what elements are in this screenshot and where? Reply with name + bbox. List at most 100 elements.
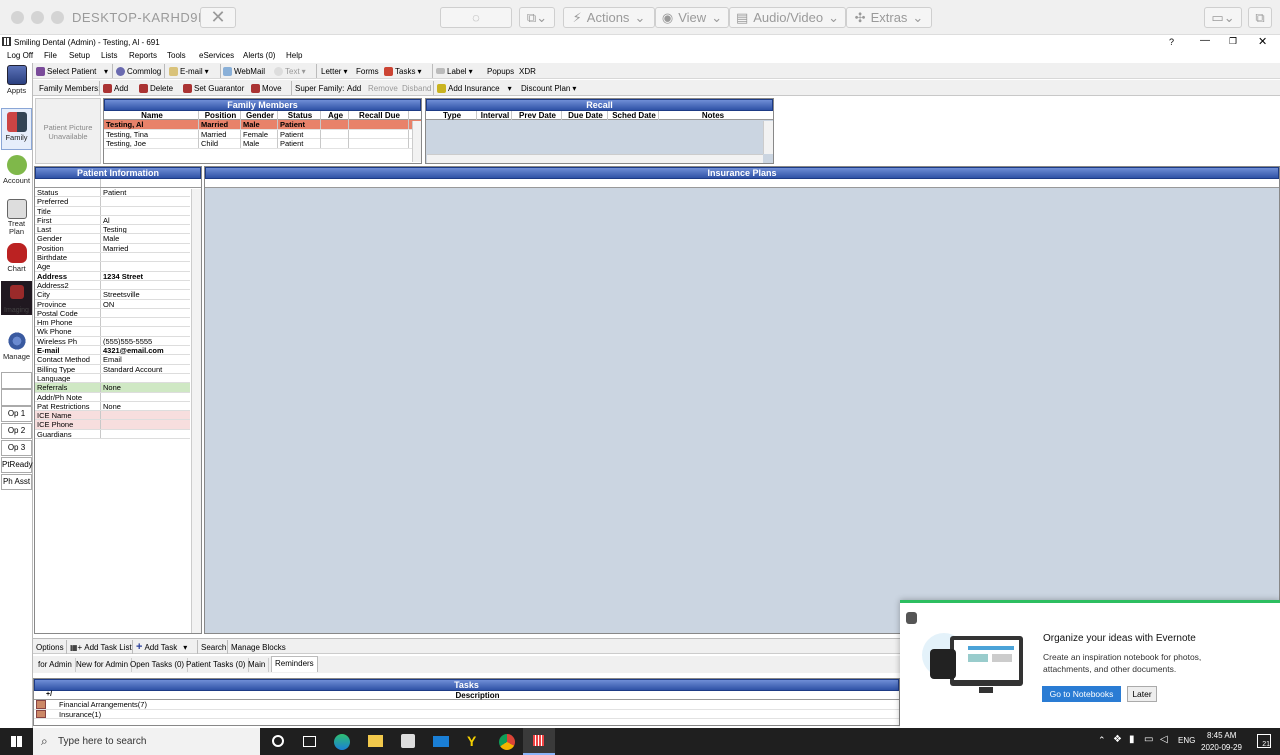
info-row-birthdate[interactable]: Birthdate <box>35 253 190 263</box>
label-button[interactable]: Label ▾ <box>436 65 473 77</box>
info-row-addr-ph-note[interactable]: Addr/Ph Note <box>35 392 190 402</box>
col-sched-date[interactable]: Sched Date <box>608 111 659 120</box>
edge-icon[interactable] <box>334 734 350 750</box>
super-family-disband-button[interactable]: Disband <box>402 82 431 94</box>
info-row-address[interactable]: Address 1234 Street <box>35 271 190 281</box>
mail-icon[interactable] <box>433 736 449 747</box>
language-indicator[interactable]: ENG <box>1178 736 1195 745</box>
add-family-member-button[interactable]: Add <box>103 82 128 94</box>
dropbox-icon[interactable]: ❖ <box>1113 734 1122 745</box>
network-icon[interactable]: ▭ <box>1144 734 1153 745</box>
add-task-list-button[interactable]: ▦+ Add Task List <box>70 641 132 653</box>
taskbar-search[interactable]: ⌕ Type here to search <box>33 728 260 755</box>
audio-video-menu[interactable]: ▤ Audio/Video ⌄ <box>729 7 846 28</box>
info-row-wk-phone[interactable]: Wk Phone <box>35 327 190 337</box>
recall-grid-hscroll[interactable] <box>427 154 763 163</box>
col-notes[interactable]: Notes <box>659 111 765 120</box>
chrome-icon[interactable] <box>499 734 515 750</box>
tasks-button[interactable]: Tasks ▾ <box>384 65 421 77</box>
info-row-title[interactable]: Title <box>35 206 190 216</box>
info-row-email[interactable]: E-mail 4321@email.com <box>35 346 190 356</box>
y-app-icon[interactable]: Y <box>467 734 481 749</box>
info-row-hm-phone[interactable]: Hm Phone <box>35 318 190 328</box>
close-dot-icon[interactable] <box>11 11 24 24</box>
table-row[interactable]: Testing, Joe Child Male Patient <box>104 139 421 149</box>
commlog-button[interactable]: Commlog <box>116 65 161 77</box>
tab-main[interactable]: Main <box>245 658 270 672</box>
col-status[interactable]: Status <box>278 111 321 120</box>
table-row[interactable]: Testing, Al Married Male Patient <box>104 120 421 130</box>
col-interval[interactable]: Interval <box>477 111 512 120</box>
minimize-dot-icon[interactable] <box>31 11 44 24</box>
nav-manage[interactable]: Manage <box>1 331 32 361</box>
select-patient-button[interactable]: Select Patient <box>36 65 96 77</box>
task-view-icon[interactable] <box>303 736 316 747</box>
info-row-contact-method[interactable]: Contact Method Email <box>35 355 190 365</box>
menu-alerts[interactable]: Alerts (0) <box>243 51 275 60</box>
info-row-guardians[interactable]: Guardians <box>35 429 190 440</box>
info-row-last[interactable]: Last Testing <box>35 225 190 235</box>
zoom-dot-icon[interactable] <box>51 11 64 24</box>
col-due-date[interactable]: Due Date <box>562 111 608 120</box>
info-row-age[interactable]: Age <box>35 262 190 272</box>
email-button[interactable]: E-mail ▾ <box>169 65 209 77</box>
forms-button[interactable]: Forms <box>356 65 379 77</box>
extras-menu[interactable]: ✣ Extras ⌄ <box>846 7 932 28</box>
menu-eservices[interactable]: eServices <box>199 51 234 60</box>
add-insurance-button[interactable]: Add Insurance ▾ <box>437 82 512 94</box>
windows-start-icon[interactable] <box>11 736 22 747</box>
family-grid-scrollbar[interactable] <box>412 121 421 162</box>
restore-icon[interactable]: ❐ <box>1229 36 1237 47</box>
info-row-wireless-ph[interactable]: Wireless Ph (555)555-5555 <box>35 336 190 347</box>
info-row-language[interactable]: Language <box>35 373 190 384</box>
delete-family-member-button[interactable]: Delete <box>139 82 173 94</box>
popups-button[interactable]: Popups <box>487 65 514 77</box>
go-to-notebooks-button[interactable]: Go to Notebooks <box>1042 686 1121 702</box>
info-row-status[interactable]: Status Patient <box>35 188 190 198</box>
info-row-ice-name[interactable]: ICE Name <box>35 411 190 421</box>
open-dental-taskbar-button[interactable] <box>523 728 555 755</box>
add-task-button[interactable]: + Add Task ▾ <box>136 641 187 653</box>
super-family-remove-button[interactable]: Remove <box>368 82 398 94</box>
menu-lists[interactable]: Lists <box>101 51 117 60</box>
info-row-gender[interactable]: Gender Male <box>35 234 190 244</box>
menu-file[interactable]: File <box>44 51 57 60</box>
menu-log-off[interactable]: Log Off <box>7 51 33 60</box>
task-row[interactable]: Financial Arrangements(7) <box>34 700 899 710</box>
webmail-button[interactable]: WebMail <box>223 65 265 77</box>
col-type[interactable]: Type <box>426 111 477 120</box>
nav-appts[interactable]: Appts <box>1 65 32 95</box>
patient-info-scrollbar[interactable] <box>191 189 201 633</box>
col-toggle[interactable]: +/ <box>34 691 56 699</box>
op-button[interactable]: Op 2 <box>1 423 32 439</box>
clipboard-button[interactable]: ⧉⌄ <box>519 7 555 28</box>
set-guarantor-button[interactable]: Set Guarantor <box>183 82 244 94</box>
volume-icon[interactable]: ◁ <box>1160 734 1168 745</box>
text-button[interactable]: Text ▾ <box>274 65 306 77</box>
chevron-up-icon[interactable]: ⌃ <box>1098 735 1106 746</box>
task-row[interactable]: Insurance(1) <box>34 709 899 719</box>
fullscreen-button[interactable]: ⧉ <box>1248 7 1272 28</box>
info-row-referrals[interactable]: Referrals None <box>35 383 190 393</box>
info-row-first[interactable]: First Al <box>35 215 190 226</box>
nav-treat-plan[interactable]: Treat Plan <box>1 199 32 236</box>
tab-new-for-admin[interactable]: New for Admin <box>73 658 133 672</box>
info-row-address2[interactable]: Address2 <box>35 280 190 291</box>
notifications-icon[interactable]: 21 <box>1257 734 1271 748</box>
manage-blocks-button[interactable]: Manage Blocks <box>231 641 286 653</box>
col-description[interactable]: Description <box>56 691 899 700</box>
select-patient-dropdown[interactable]: ▾ <box>104 65 108 77</box>
menu-tools[interactable]: Tools <box>167 51 186 60</box>
patient-picture[interactable]: Patient Picture Unavailable <box>35 98 101 164</box>
options-button[interactable]: Options <box>36 641 64 653</box>
move-button[interactable]: Move <box>251 82 282 94</box>
tab-patient-tasks[interactable]: Patient Tasks (0) <box>183 658 250 672</box>
tab-reminders[interactable]: Reminders <box>271 656 318 672</box>
clock-time[interactable]: 8:45 AM <box>1207 731 1236 740</box>
menu-setup[interactable]: Setup <box>69 51 90 60</box>
col-name[interactable]: Name <box>104 111 199 120</box>
recall-grid-vscroll[interactable] <box>763 121 773 154</box>
col-prev-date[interactable]: Prev Date <box>512 111 562 120</box>
info-row-position[interactable]: Position Married <box>35 243 190 254</box>
op-button[interactable]: Op 1 <box>1 406 32 422</box>
